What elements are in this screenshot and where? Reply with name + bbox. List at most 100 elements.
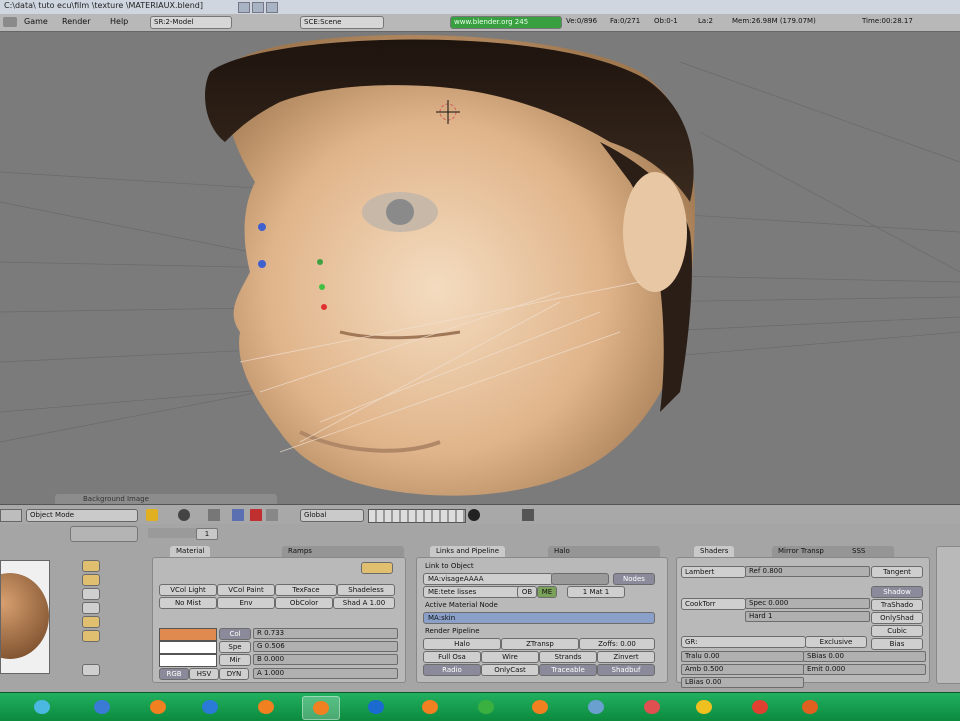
blender-icon[interactable] [412, 696, 448, 718]
tab-halo[interactable]: Halo [548, 546, 660, 557]
lamp-marker[interactable] [258, 260, 266, 268]
r-slider[interactable]: R 0.733 [253, 628, 398, 639]
vcol-paint-button[interactable]: VCol Paint [217, 584, 275, 596]
scale-icon[interactable] [266, 509, 278, 521]
exclusive-button[interactable]: Exclusive [805, 636, 867, 648]
chrome-icon[interactable] [742, 696, 778, 718]
blender-url[interactable]: www.blender.org 245 [450, 16, 562, 29]
material-browse-button[interactable] [361, 562, 393, 574]
bias-button[interactable]: Bias [871, 638, 923, 650]
material-tools[interactable] [551, 573, 609, 585]
tab-mirror-transp[interactable]: Mirror Transp [772, 546, 854, 557]
hard-slider[interactable]: Hard 1 [745, 611, 870, 622]
minimize-button[interactable] [238, 2, 250, 13]
sbias-slider[interactable]: SBias 0.00 [803, 651, 926, 662]
hammer-icon[interactable] [84, 696, 120, 718]
scene-select[interactable]: SCE:Scene [300, 16, 384, 29]
blender-icon[interactable] [302, 696, 340, 720]
shadbuf-button[interactable]: Shadbuf [597, 664, 655, 676]
onlycast-button[interactable]: OnlyCast [481, 664, 539, 676]
rotate-icon[interactable] [250, 509, 262, 521]
wire-button[interactable]: Wire [481, 651, 539, 663]
env-button[interactable]: Env [217, 597, 275, 609]
strands-button[interactable]: Strands [539, 651, 597, 663]
shadow-button[interactable]: Shadow [871, 586, 923, 598]
view-menu-stub[interactable] [0, 509, 22, 522]
blender-icon[interactable] [140, 696, 176, 718]
lock-icon[interactable] [468, 509, 480, 521]
traceable-button[interactable]: Traceable [539, 664, 597, 676]
3d-viewport[interactable]: Background Image [0, 32, 960, 504]
draw-type-icon[interactable] [146, 509, 158, 521]
picture-icon[interactable] [578, 696, 614, 718]
start-icon[interactable] [24, 696, 60, 718]
full-osa-button[interactable]: Full Osa [423, 651, 481, 663]
node-name-field[interactable]: MA:skin [423, 612, 655, 624]
amb-slider[interactable]: Amb 0.500 [681, 664, 804, 675]
tab-ramps[interactable]: Ramps [282, 546, 404, 557]
mir-swatch[interactable] [159, 654, 217, 667]
ob-button[interactable]: OB [517, 586, 537, 598]
shad-alpha-field[interactable]: Shad A 1.00 [333, 597, 395, 609]
tralu-slider[interactable]: Tralu 0.00 [681, 651, 804, 662]
texface-button[interactable]: TexFace [275, 584, 337, 596]
tab-shaders[interactable]: Shaders [694, 546, 735, 557]
material-count-field[interactable]: 1 Mat 1 [567, 586, 625, 598]
pivot-icon[interactable] [208, 509, 220, 521]
zinvert-button[interactable]: Zinvert [597, 651, 655, 663]
col-button[interactable]: Col [219, 628, 251, 640]
diffuse-shader-select[interactable]: Lambert [681, 566, 746, 578]
b-slider[interactable]: B 0.000 [253, 654, 398, 665]
tab-links-pipeline[interactable]: Links and Pipeline [430, 546, 505, 557]
nodes-button[interactable]: Nodes [613, 573, 655, 585]
screen-select[interactable]: SR:2-Model [150, 16, 232, 29]
g-slider[interactable]: G 0.506 [253, 641, 398, 652]
halo-button[interactable]: Halo [423, 638, 501, 650]
menu-game[interactable]: Game [24, 17, 48, 26]
col-swatch[interactable] [159, 628, 217, 641]
spec-shader-select[interactable]: CookTorr [681, 598, 746, 610]
lamp-marker[interactable] [258, 223, 266, 231]
layer-buttons[interactable] [368, 509, 466, 523]
group-field[interactable]: GR: [681, 636, 806, 648]
context-icons[interactable] [70, 526, 138, 542]
rgb-mode-button[interactable]: RGB [159, 668, 189, 680]
dyn-mode-button[interactable]: DYN [219, 668, 249, 680]
alpha-slider[interactable]: A 1.000 [253, 668, 398, 679]
blender-icon[interactable] [248, 696, 284, 718]
trashado-button[interactable]: TraShado [871, 599, 923, 611]
photoshop-icon[interactable] [358, 696, 394, 718]
mir-button[interactable]: Mir [219, 654, 251, 666]
orientation-select[interactable]: Global [300, 509, 364, 522]
utorrent-icon[interactable] [468, 696, 504, 718]
media-icon[interactable] [634, 696, 670, 718]
tab-material[interactable]: Material [170, 546, 211, 557]
hsv-mode-button[interactable]: HSV [189, 668, 219, 680]
ztransp-button[interactable]: ZTransp [501, 638, 579, 650]
maximize-button[interactable] [252, 2, 264, 13]
frame-field[interactable]: 1 [196, 528, 218, 540]
vcol-light-button[interactable]: VCol Light [159, 584, 217, 596]
preview-type-buttons[interactable] [82, 560, 100, 642]
radio-button[interactable]: Radio [423, 664, 481, 676]
lbias-slider[interactable]: LBias 0.00 [681, 677, 804, 688]
mesh-name-field[interactable]: ME:tete lisses [423, 586, 521, 598]
zoffs-field[interactable]: Zoffs: 0.00 [579, 638, 655, 650]
preview-refresh-button[interactable] [82, 664, 100, 676]
no-mist-button[interactable]: No Mist [159, 597, 217, 609]
onlyshad-button[interactable]: OnlyShad [871, 612, 923, 624]
spec-slider[interactable]: Spec 0.000 [745, 598, 870, 609]
spe-button[interactable]: Spe [219, 641, 251, 653]
menu-help[interactable]: Help [110, 17, 128, 26]
cubic-button[interactable]: Cubic [871, 625, 923, 637]
tangent-button[interactable]: Tangent [871, 566, 923, 578]
shadeless-button[interactable]: Shadeless [337, 584, 395, 596]
blender-icon[interactable] [522, 696, 558, 718]
close-button[interactable] [266, 2, 278, 13]
window-type-icon[interactable] [3, 17, 17, 27]
me-button[interactable]: ME [537, 586, 557, 598]
firefox-icon[interactable] [792, 696, 828, 718]
material-name-field[interactable]: MA:visageAAAA [423, 573, 553, 585]
ie-icon[interactable] [192, 696, 228, 718]
background-image-tab[interactable]: Background Image [55, 494, 277, 504]
